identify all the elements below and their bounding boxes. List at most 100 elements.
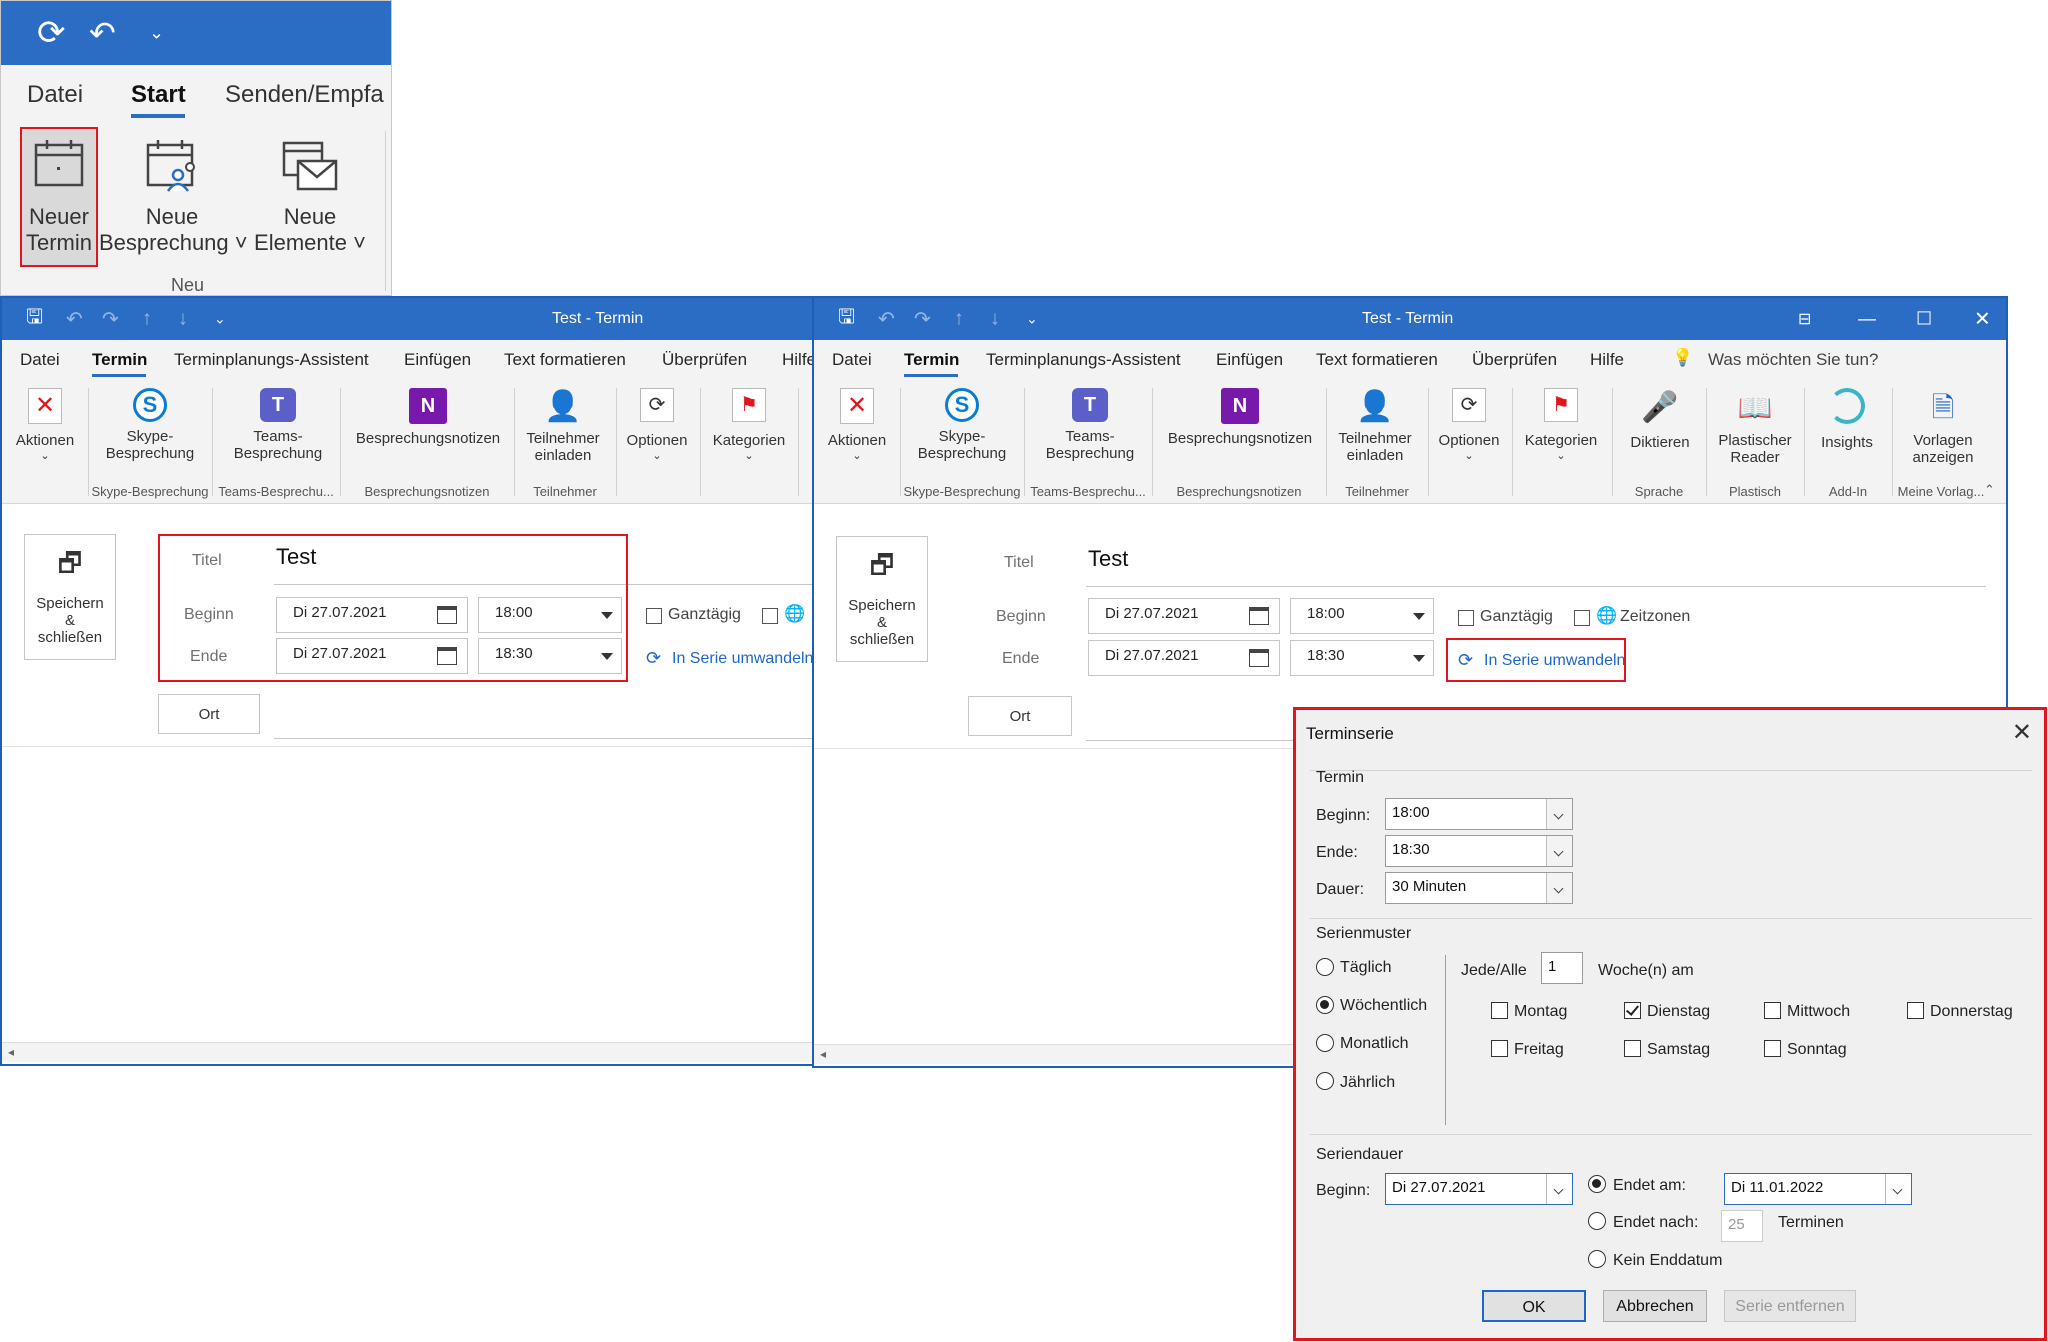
abbrechen-button[interactable]: Abbrechen [1603, 1290, 1707, 1322]
vorlagen-anzeigen-button[interactable]: 🗎 Vorlagen anzeigen [1896, 388, 1990, 466]
ort-button[interactable]: Ort [158, 694, 260, 734]
checkbox-dienstag[interactable] [1624, 1002, 1641, 1019]
speichern-schliessen-button[interactable]: 🗗 Speichern & schließen [24, 534, 116, 660]
teilnehmer-einladen-button[interactable]: 👤 Teilnehmer einladen [518, 388, 608, 464]
in-serie-umwandeln-link[interactable]: In Serie umwandeln [672, 650, 813, 668]
kategorien-button[interactable]: ⚑ Kategorien ⌄ [706, 388, 792, 462]
down-arrow-icon[interactable]: ↓ [990, 308, 1000, 331]
sync-icon[interactable]: ⟳ [37, 13, 66, 53]
undo-icon[interactable]: ↶ [878, 307, 895, 332]
tab-datei[interactable]: Datei [27, 81, 83, 109]
chevron-down-icon[interactable] [1546, 836, 1572, 866]
skype-besprechung-button[interactable]: S Skype- Besprechung [910, 388, 1014, 462]
tab-datei[interactable]: Datei [832, 350, 872, 370]
titel-input[interactable]: Test [1088, 546, 1128, 572]
checkbox-sonntag[interactable] [1764, 1040, 1781, 1057]
tab-terminplanungs-assistent[interactable]: Terminplanungs-Assistent [174, 350, 369, 370]
ribbon-display-icon[interactable]: ⊟ [1798, 309, 1811, 329]
chevron-down-icon[interactable] [1413, 655, 1425, 662]
tab-einfuegen[interactable]: Einfügen [404, 350, 471, 370]
neue-elemente-button[interactable]: Neue Elemente ˅ [245, 131, 375, 256]
undo-icon[interactable]: ↶ [66, 307, 83, 332]
customize-icon[interactable]: ⌄ [1026, 311, 1038, 328]
tab-start[interactable]: Start [131, 81, 186, 109]
zeitzonen-checkbox[interactable] [762, 608, 778, 624]
tab-datei[interactable]: Datei [20, 350, 60, 370]
tab-ueberpruefen[interactable]: Überprüfen [1472, 350, 1557, 370]
end-date-field[interactable]: Di 27.07.2021 [1088, 640, 1280, 676]
calendar-icon[interactable] [1249, 607, 1269, 625]
close-icon[interactable]: ✕ [2012, 718, 2032, 747]
neue-besprechung-button[interactable]: Neue Besprechung ˅ [99, 131, 248, 256]
tab-terminplanungs-assistent[interactable]: Terminplanungs-Assistent [986, 350, 1181, 370]
redo-icon[interactable]: ↷ [102, 307, 119, 332]
diktieren-button[interactable]: 🎤 Diktieren [1620, 388, 1700, 451]
insights-button[interactable]: Insights [1808, 388, 1886, 451]
start-time-field[interactable]: 18:00 [1290, 598, 1434, 634]
scroll-left-icon[interactable]: ◂ [8, 1045, 14, 1059]
ok-button[interactable]: OK [1482, 1290, 1586, 1322]
chevron-down-icon[interactable] [1546, 799, 1572, 829]
collapse-ribbon-icon[interactable]: ⌃ [1984, 482, 1995, 498]
up-arrow-icon[interactable]: ↑ [954, 308, 964, 331]
tab-termin[interactable]: Termin [92, 350, 147, 370]
radio-monatlich[interactable] [1316, 1034, 1334, 1052]
tab-ueberpruefen[interactable]: Überprüfen [662, 350, 747, 370]
customize-toolbar-icon[interactable]: ⌄ [149, 23, 164, 44]
chevron-down-icon[interactable] [1546, 873, 1572, 903]
speichern-schliessen-button[interactable]: 🗗 Speichern & schließen [836, 536, 928, 662]
ganztaegig-checkbox[interactable] [646, 608, 662, 624]
interval-input[interactable]: 1 [1541, 952, 1583, 984]
ganztaegig-checkbox[interactable] [1458, 610, 1474, 626]
plastischer-reader-button[interactable]: 📖 Plastischer Reader [1712, 388, 1798, 466]
start-date-field[interactable]: Di 27.07.2021 [1088, 598, 1280, 634]
scroll-left-icon[interactable]: ◂ [820, 1047, 826, 1061]
customize-icon[interactable]: ⌄ [214, 311, 226, 328]
tab-senden-empfangen[interactable]: Senden/Empfa [225, 81, 384, 109]
tab-hilfe[interactable]: Hilfe [782, 350, 816, 370]
radio-endet-am[interactable] [1588, 1175, 1606, 1193]
checkbox-mittwoch[interactable] [1764, 1002, 1781, 1019]
down-arrow-icon[interactable]: ↓ [178, 308, 188, 331]
chevron-down-icon[interactable] [1413, 613, 1425, 620]
tab-text-formatieren[interactable]: Text formatieren [504, 350, 626, 370]
teams-besprechung-button[interactable]: T Teams- Besprechung [224, 388, 332, 462]
save-icon[interactable]: 🖫 [26, 302, 43, 336]
serie-entfernen-button[interactable]: Serie entfernen [1724, 1290, 1856, 1322]
maximize-icon[interactable]: ☐ [1916, 309, 1932, 330]
checkbox-freitag[interactable] [1491, 1040, 1508, 1057]
termin-dauer-select[interactable]: 30 Minuten [1385, 872, 1573, 904]
chevron-down-icon[interactable] [1885, 1174, 1911, 1204]
radio-endet-nach[interactable] [1588, 1212, 1606, 1230]
kategorien-button[interactable]: ⚑ Kategorien ⌄ [1518, 388, 1604, 462]
chevron-down-icon[interactable] [1546, 1174, 1572, 1204]
teams-besprechung-button[interactable]: T Teams- Besprechung [1036, 388, 1144, 462]
checkbox-donnerstag[interactable] [1907, 1002, 1924, 1019]
up-arrow-icon[interactable]: ↑ [142, 308, 152, 331]
skype-besprechung-button[interactable]: S Skype- Besprechung [98, 388, 202, 462]
optionen-button[interactable]: ⟳ Optionen ⌄ [622, 388, 692, 462]
checkbox-montag[interactable] [1491, 1002, 1508, 1019]
seriendauer-beginn-select[interactable]: Di 27.07.2021 [1385, 1173, 1573, 1205]
tab-hilfe[interactable]: Hilfe [1590, 350, 1624, 370]
tab-text-formatieren[interactable]: Text formatieren [1316, 350, 1438, 370]
endet-nach-input[interactable]: 25 [1721, 1210, 1763, 1242]
calendar-icon[interactable] [1249, 649, 1269, 667]
horizontal-scrollbar[interactable]: ◂ [2, 1042, 820, 1062]
checkbox-samstag[interactable] [1624, 1040, 1641, 1057]
undo-icon[interactable]: ↶ [89, 14, 116, 52]
teilnehmer-einladen-button[interactable]: 👤 Teilnehmer einladen [1330, 388, 1420, 464]
radio-kein-enddatum[interactable] [1588, 1250, 1606, 1268]
endet-am-select[interactable]: Di 11.01.2022 [1724, 1173, 1912, 1205]
aktionen-button[interactable]: ✕ Aktionen ⌄ [10, 388, 80, 462]
ort-button[interactable]: Ort [968, 696, 1072, 736]
minimize-icon[interactable]: — [1858, 309, 1876, 330]
termin-ende-select[interactable]: 18:30 [1385, 835, 1573, 867]
radio-woechentlich[interactable] [1316, 996, 1334, 1014]
termin-beginn-select[interactable]: 18:00 [1385, 798, 1573, 830]
zeitzonen-checkbox[interactable] [1574, 610, 1590, 626]
besprechungsnotizen-button[interactable]: N Besprechungsnotizen [1160, 388, 1320, 447]
close-icon[interactable]: ✕ [1974, 307, 1991, 332]
end-time-field[interactable]: 18:30 [1290, 640, 1434, 676]
radio-jaehrlich[interactable] [1316, 1072, 1334, 1090]
